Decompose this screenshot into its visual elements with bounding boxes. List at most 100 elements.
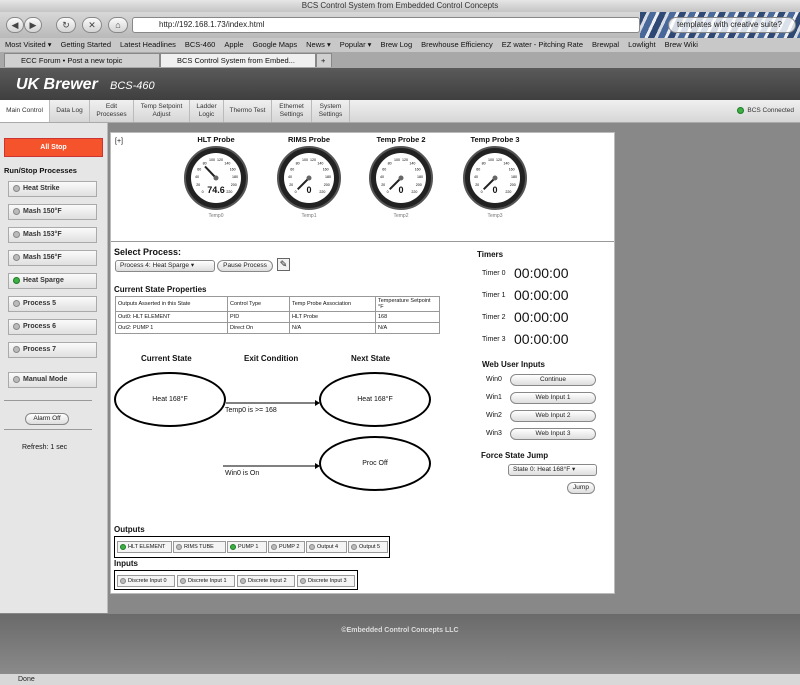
menu-edit-processes[interactable]: Edit Processes <box>90 100 134 122</box>
output-label: PUMP 1 <box>238 544 259 550</box>
all-stop-button[interactable]: All Stop <box>4 138 103 157</box>
process-button[interactable]: Heat Strike <box>8 181 97 197</box>
tab-ecc-forum[interactable]: ECC Forum • Post a new topic <box>4 53 160 67</box>
refresh-rate: Refresh: 1 sec <box>22 444 68 451</box>
bookmark-link[interactable]: BCS-460 <box>185 40 215 49</box>
status-light-icon <box>351 543 357 550</box>
web-input-button[interactable]: Web Input 3 <box>510 428 596 440</box>
timer-label: Timer 1 <box>482 292 506 299</box>
model-name: BCS-460 <box>110 80 155 92</box>
alarm-off-button[interactable]: Alarm Off <box>25 413 69 425</box>
status-light-icon <box>13 322 20 330</box>
bookmark-link[interactable]: Apple <box>224 40 243 49</box>
process-label: Heat Sparge <box>23 277 64 284</box>
tab-label: ECC Forum • Post a new topic <box>21 56 123 65</box>
process-button[interactable]: Mash 153°F <box>8 227 97 243</box>
new-tab-button[interactable]: + <box>316 53 332 67</box>
search-field[interactable]: templates with creative suite? <box>668 17 796 33</box>
bookmark-link[interactable]: Brewpal <box>592 40 619 49</box>
process-button[interactable]: Process 5 <box>8 296 97 312</box>
web-input-button[interactable]: Web Input 2 <box>510 410 596 422</box>
timer-label: Timer 3 <box>482 336 506 343</box>
main-menu: Main Control Data Log Edit Processes Tem… <box>0 100 800 123</box>
url-field[interactable]: http://192.168.1.73/index.html <box>132 17 640 33</box>
process-label: Process 6 <box>23 323 57 330</box>
web-input-button[interactable]: Web Input 1 <box>510 392 596 404</box>
web-input-label: Win2 <box>486 412 502 419</box>
bookmark-link[interactable]: Google Maps <box>253 40 298 49</box>
home-icon[interactable]: ⌂ <box>108 17 128 33</box>
reload-icon[interactable]: ↻ <box>56 17 76 33</box>
output-label: Output 5 <box>359 544 381 550</box>
process-button[interactable]: Process 7 <box>8 342 97 358</box>
brand-name: UK Brewer <box>16 76 98 93</box>
page-footer: ©Embedded Control Concepts LLC <box>0 614 800 674</box>
bookmark-link[interactable]: Most Visited ▾ <box>5 40 52 49</box>
timer-value: 00:00:00 <box>514 331 569 347</box>
input-indicator: Discrete Input 1 <box>177 575 235 587</box>
bookmark-link[interactable]: Latest Headlines <box>120 40 176 49</box>
menu-main-control[interactable]: Main Control <box>0 100 50 122</box>
process-button[interactable]: Heat Sparge <box>8 273 97 289</box>
process-label: Mash 153°F <box>23 231 62 238</box>
status-light-icon <box>309 543 315 550</box>
menu-ethernet-settings[interactable]: Ethernet Settings <box>272 100 312 122</box>
back-button[interactable]: ◀ <box>6 17 24 33</box>
bookmarks-bar: Most Visited ▾ Getting Started Latest Head… <box>0 38 800 52</box>
bookmark-link[interactable]: Brewhouse Efficiency <box>421 40 493 49</box>
bookmark-link[interactable]: Lowlight <box>628 40 656 49</box>
timers-heading: Timers <box>477 250 504 259</box>
process-button[interactable]: Process 6 <box>8 319 97 335</box>
bookmark-link[interactable]: Popular ▾ <box>340 40 372 49</box>
status-light-icon <box>240 577 246 584</box>
status-light-icon <box>120 543 126 550</box>
tab-bcs-control[interactable]: BCS Control System from Embed... <box>160 53 316 67</box>
output-label: Output 4 <box>317 544 339 550</box>
input-indicator: Discrete Input 0 <box>117 575 175 587</box>
process-label: Mash 150°F <box>23 208 62 215</box>
output-label: PUMP 2 <box>279 544 300 550</box>
bookmark-link[interactable]: Brew Wiki <box>665 40 698 49</box>
bookmark-link[interactable]: EZ water - Pitching Rate <box>502 40 583 49</box>
status-light-icon <box>13 375 20 383</box>
jump-button[interactable]: Jump <box>567 482 595 494</box>
exit-condition: Temp0 is >= 168 <box>225 407 277 414</box>
bookmark-link[interactable]: Brew Log <box>380 40 412 49</box>
bookmark-link[interactable]: News ▾ <box>306 40 331 49</box>
stop-icon[interactable]: ✕ <box>82 17 102 33</box>
connection-status: BCS Connected <box>737 107 794 114</box>
menu-data-log[interactable]: Data Log <box>50 100 90 122</box>
status-bar: Done <box>0 674 800 685</box>
output-indicator: Output 5 <box>348 541 388 553</box>
timer-value: 00:00:00 <box>514 287 569 303</box>
input-indicator: Discrete Input 2 <box>237 575 295 587</box>
status-light-icon <box>271 543 277 550</box>
status-light-icon <box>13 253 20 261</box>
input-label: Discrete Input 2 <box>248 578 287 584</box>
menu-system-settings[interactable]: System Settings <box>312 100 350 122</box>
process-label: Heat Strike <box>23 185 60 192</box>
process-label: Process 7 <box>23 346 57 353</box>
forward-button[interactable]: ▶ <box>24 17 42 33</box>
input-label: Discrete Input 1 <box>188 578 227 584</box>
run-stop-heading: Run/Stop Processes <box>4 166 77 175</box>
exit-condition: Win0 is On <box>225 470 260 477</box>
status-light-icon <box>230 543 236 550</box>
connection-label: BCS Connected <box>747 107 794 115</box>
process-button[interactable]: Mash 156°F <box>8 250 97 266</box>
manual-mode-button[interactable]: Manual Mode <box>8 372 97 388</box>
divider <box>4 429 92 430</box>
menu-thermo-test[interactable]: Thermo Test <box>224 100 272 122</box>
status-light-icon <box>737 107 745 114</box>
process-button[interactable]: Mash 150°F <box>8 204 97 220</box>
status-light-icon <box>176 543 182 550</box>
web-input-label: Win3 <box>486 430 502 437</box>
input-label: Discrete Input 0 <box>128 578 167 584</box>
bookmark-link[interactable]: Getting Started <box>61 40 111 49</box>
state-select[interactable]: State 0: Heat 168°F ▾ <box>508 464 597 476</box>
web-input-button[interactable]: Continue <box>510 374 596 386</box>
menu-temp-setpoint[interactable]: Temp Setpoint Adjust <box>134 100 190 122</box>
outputs-heading: Outputs <box>114 525 145 534</box>
menu-ladder-logic[interactable]: Ladder Logic <box>190 100 224 122</box>
process-label: Process 5 <box>23 300 57 307</box>
